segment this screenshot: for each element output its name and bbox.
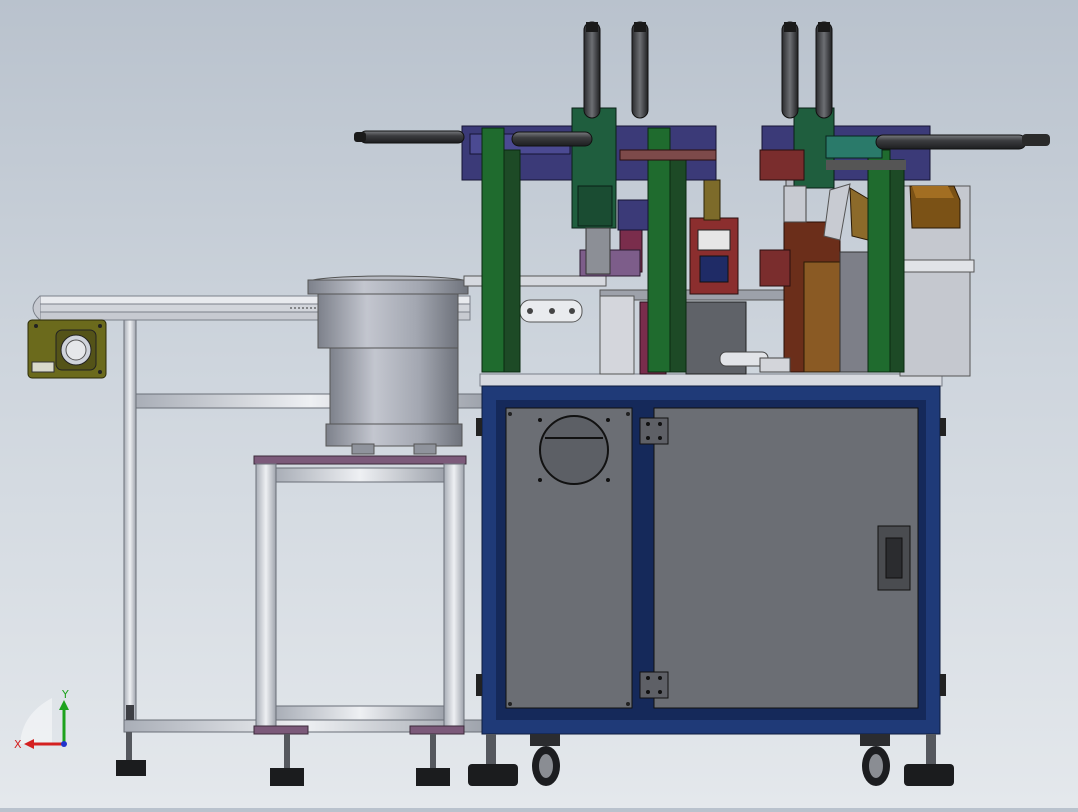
- y-axis-label: Y: [61, 688, 69, 701]
- x-axis-label: X: [14, 738, 22, 751]
- cad-viewport[interactable]: Y X: [0, 0, 1078, 808]
- main-cabinet: [468, 373, 954, 786]
- z-axis-dot: [61, 741, 67, 747]
- tooling-area: [579, 163, 901, 375]
- y-arrow-head: [59, 700, 69, 710]
- triad-plane: [20, 698, 52, 744]
- conveyor-motor-plate: [27, 319, 107, 379]
- view-triad[interactable]: Y X: [12, 686, 82, 756]
- bowl-stand: [253, 455, 467, 786]
- machine-model: [27, 21, 1050, 786]
- side-housing: [899, 185, 975, 377]
